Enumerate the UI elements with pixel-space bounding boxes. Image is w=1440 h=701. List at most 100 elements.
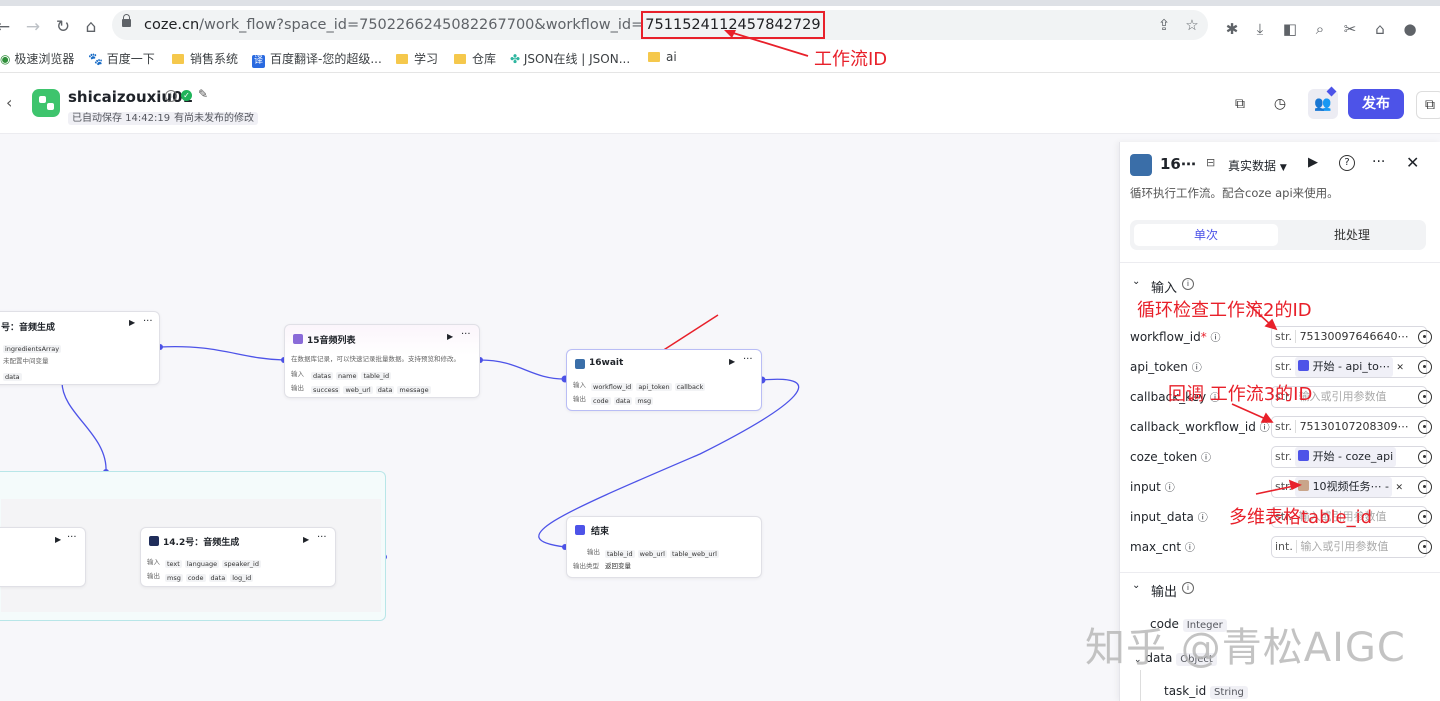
extensions-icon[interactable]: ✱ xyxy=(1222,20,1242,38)
variable-icon[interactable] xyxy=(1418,540,1432,554)
more-icon[interactable]: ··· xyxy=(67,532,77,543)
edit-icon[interactable]: ✎ xyxy=(198,87,208,101)
info-icon[interactable]: i xyxy=(1182,582,1194,594)
sidebar-icon[interactable]: ◧ xyxy=(1280,20,1300,38)
store-icon[interactable]: ⌂ xyxy=(1370,20,1390,38)
node-14-2-audio-generation[interactable]: 14.2号：音频生成 ▶ ··· 输入 text language speaker_… xyxy=(140,527,336,587)
node-avatar-icon xyxy=(1130,154,1152,176)
variable-icon[interactable] xyxy=(1418,360,1432,374)
collapse-icon[interactable]: ⌄ xyxy=(1132,276,1140,287)
edge-15-to-16 xyxy=(479,359,566,380)
bookmark-item[interactable]: ◉ 极速浏览器 xyxy=(0,50,74,67)
back-icon[interactable]: ← xyxy=(0,16,14,38)
bookmark-item[interactable]: 销售系统 xyxy=(172,50,238,67)
end-node-icon xyxy=(575,525,585,535)
max-cnt-input[interactable]: int. 输入或引用参数值 xyxy=(1271,536,1427,558)
share-icon[interactable]: ⇪ xyxy=(1154,16,1174,34)
more-icon[interactable]: ··· xyxy=(461,329,471,340)
panel-description: 循环执行工作流。配合coze api来使用。 xyxy=(1130,186,1339,200)
run-icon[interactable]: ▶ xyxy=(129,318,135,327)
section-input-title: 输入 xyxy=(1151,281,1178,296)
search-icon[interactable]: ⌕ xyxy=(1310,20,1330,38)
bookmark-item[interactable]: 🐾 百度一下 xyxy=(88,50,155,67)
bookmark-item[interactable]: 学习 xyxy=(396,50,438,67)
caret-down-icon: ▼ xyxy=(1279,163,1287,173)
info-icon[interactable]: i xyxy=(165,90,177,102)
workflow-logo xyxy=(32,89,60,117)
bookmark-item[interactable]: 译百度翻译-您的超级... xyxy=(252,50,382,68)
bookmark-item[interactable]: ai xyxy=(648,50,677,64)
close-icon[interactable]: ✕ xyxy=(1406,153,1419,172)
url-host: coze.cn xyxy=(144,17,200,33)
param-label-workflow-id: workflow_id* ⓘ xyxy=(1130,330,1221,344)
unpublished-status: 有尚未发布的修改 xyxy=(170,109,258,125)
forward-icon[interactable]: → xyxy=(22,16,44,38)
info-icon[interactable]: i xyxy=(1182,278,1194,290)
more-icon[interactable]: ··· xyxy=(143,316,153,327)
variable-icon[interactable] xyxy=(1418,330,1432,344)
copy-icon[interactable]: ⧉ xyxy=(1227,91,1253,117)
variable-icon[interactable] xyxy=(1418,510,1432,524)
star-icon[interactable]: ☆ xyxy=(1182,16,1202,34)
run-icon[interactable]: ▶ xyxy=(303,535,309,544)
check-icon: ✓ xyxy=(181,90,192,101)
tree-line xyxy=(1140,670,1141,701)
workflow-canvas[interactable]: 号：音频生成 ▶ ··· ingredientsArray 未配置中间变量 da… xyxy=(0,134,1119,701)
bookmark-item[interactable]: ✤ JSON在线 | JSON... xyxy=(510,50,630,67)
run-icon[interactable]: ▶ xyxy=(1308,155,1318,170)
browser-icon: ◉ xyxy=(0,52,11,66)
translate-icon: 译 xyxy=(252,55,265,68)
param-label-max-cnt: max_cnt ⓘ xyxy=(1130,540,1195,554)
folder-icon xyxy=(396,54,408,64)
info-icon: ⓘ xyxy=(1184,543,1195,554)
node-inner-left[interactable]: ▶ ··· xyxy=(0,527,86,587)
run-icon[interactable]: ▶ xyxy=(729,357,735,366)
divider xyxy=(1120,572,1440,573)
url-annotation-arrow xyxy=(724,30,809,57)
data-mode-select[interactable]: 真实数据 ▼ xyxy=(1228,157,1287,174)
info-icon: ⓘ xyxy=(1197,513,1208,524)
folder-icon xyxy=(648,52,660,62)
variable-icon[interactable] xyxy=(1418,390,1432,404)
node-end[interactable]: 结束 输出 table_id web_url table_web_url 输出类型 … xyxy=(566,516,762,578)
more-icon[interactable]: ··· xyxy=(743,354,753,365)
bookmark-item[interactable]: 仓库 xyxy=(454,50,496,67)
node-15-audio-list[interactable]: 15音频列表 ▶ ··· 在数据库记录，可以快速记录批量数据。支持预览和修改。 … xyxy=(284,324,480,398)
history-icon[interactable]: ◷ xyxy=(1267,91,1293,117)
baidu-icon: 🐾 xyxy=(88,52,103,66)
more-panel-icon[interactable]: ⧉ xyxy=(1416,91,1440,119)
variable-icon[interactable] xyxy=(1418,450,1432,464)
node-16-wait[interactable]: 16wait ▶ ··· 输入 workflow_id api_token call… xyxy=(566,349,762,411)
database-icon: ⊟ xyxy=(1206,156,1216,169)
publish-button[interactable]: 发布 xyxy=(1348,89,1404,119)
run-icon[interactable]: ▶ xyxy=(447,332,453,341)
param-label-coze-token: coze_token ⓘ xyxy=(1130,450,1212,464)
variable-icon[interactable] xyxy=(1418,420,1432,434)
divider xyxy=(1120,262,1440,263)
collapse-icon[interactable]: ⌄ xyxy=(1132,580,1140,591)
annotation-table-id: 多维表格table_id xyxy=(1229,507,1373,528)
tab-single[interactable]: 单次 xyxy=(1134,224,1278,246)
profile-icon[interactable]: ● xyxy=(1400,20,1420,38)
help-icon[interactable]: ? xyxy=(1339,155,1355,171)
tab-batch[interactable]: 批处理 xyxy=(1280,224,1424,246)
node-audio-generation[interactable]: 号：音频生成 ▶ ··· ingredientsArray 未配置中间变量 da… xyxy=(0,311,160,385)
workflow-header: ‹ shicaizouxiu01 i ✓ ✎ 已自动保存 14:42:19 有尚… xyxy=(0,73,1440,134)
scissors-icon[interactable]: ✂ xyxy=(1340,20,1360,38)
more-icon[interactable]: ··· xyxy=(1372,154,1385,170)
node-avatar-icon xyxy=(293,334,303,344)
json-icon: ✤ xyxy=(510,52,521,66)
run-icon[interactable]: ▶ xyxy=(55,535,61,544)
node-avatar-icon xyxy=(575,359,585,369)
info-icon: ⓘ xyxy=(1191,363,1202,374)
download-icon[interactable]: ⤓ xyxy=(1250,20,1270,38)
edge-audio-down xyxy=(61,381,107,473)
back-arrow-icon[interactable]: ‹ xyxy=(6,93,12,112)
more-icon[interactable]: ··· xyxy=(317,532,327,543)
address-bar[interactable]: coze.cn/work_flow?space_id=7502266245082… xyxy=(112,10,1208,40)
reload-icon[interactable]: ↻ xyxy=(52,16,74,38)
param-label-input-data: input_data ⓘ xyxy=(1130,510,1208,524)
home-icon[interactable]: ⌂ xyxy=(80,16,102,38)
variable-icon[interactable] xyxy=(1418,480,1432,494)
info-icon: ⓘ xyxy=(1201,453,1212,464)
